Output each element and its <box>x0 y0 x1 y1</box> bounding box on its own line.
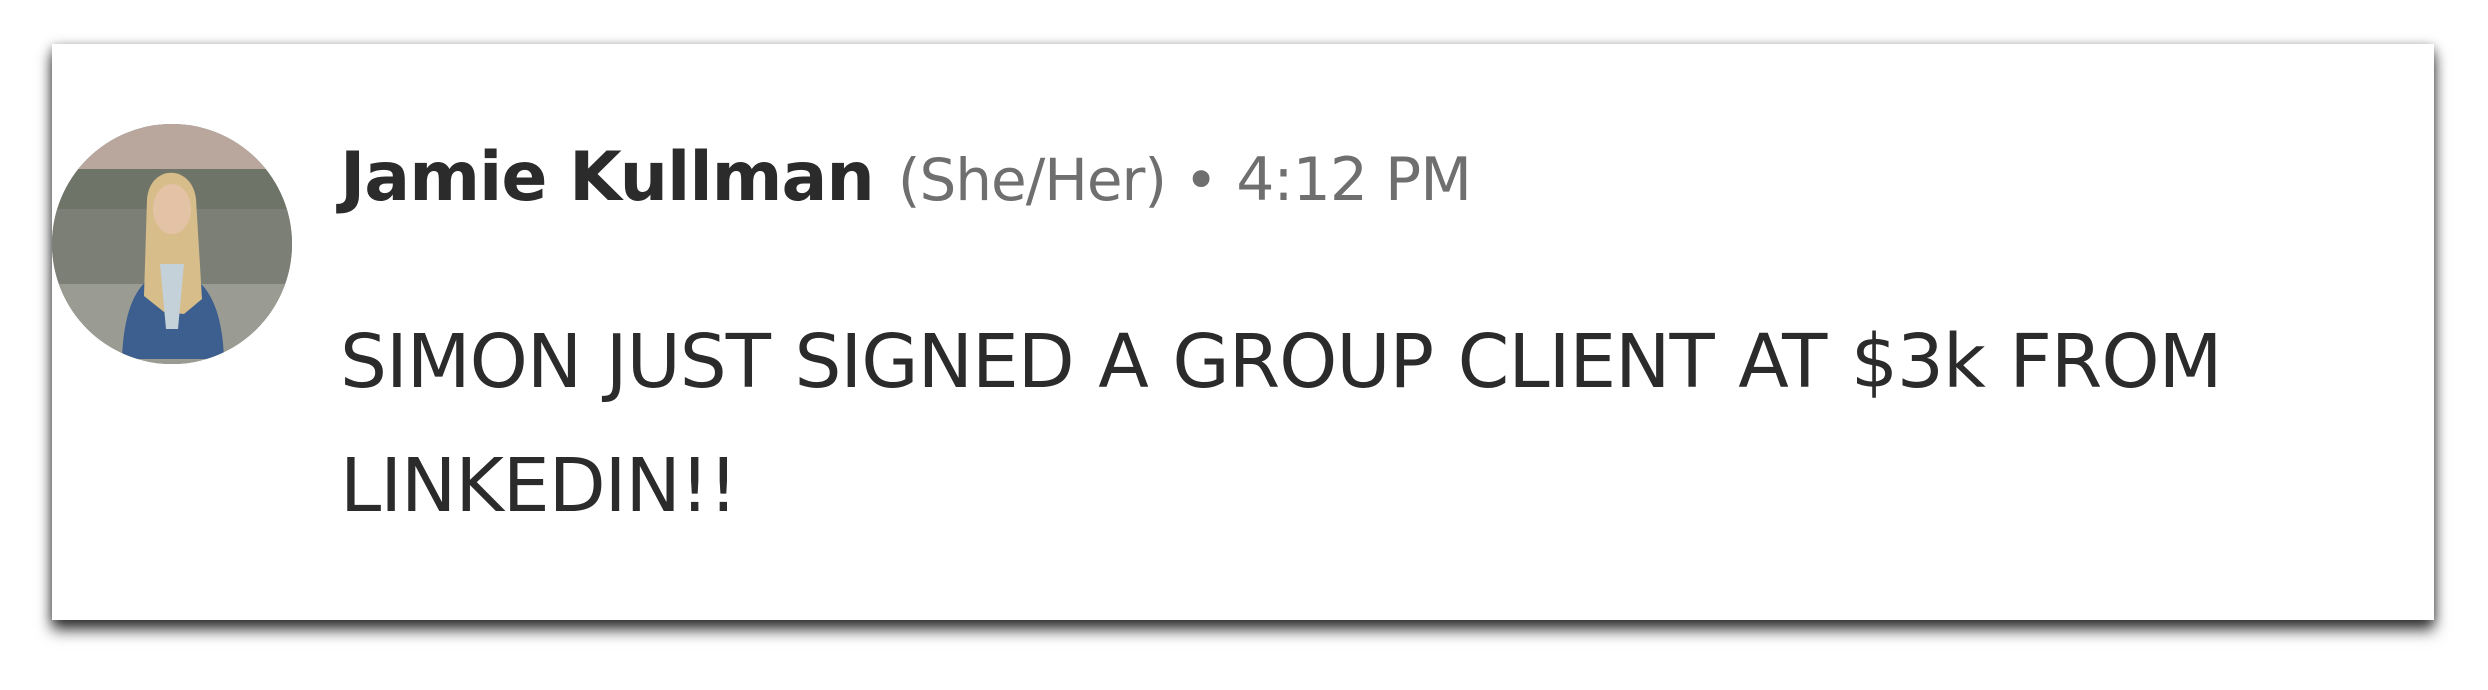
timestamp: 4:12 PM <box>1236 145 1472 215</box>
avatar[interactable] <box>52 124 292 364</box>
message-text: SIMON JUST SIGNED A GROUP CLIENT AT $3k … <box>340 319 2222 529</box>
separator-dot: • <box>1184 146 1219 214</box>
message-header: Jamie Kullman (She/Her) • 4:12 PM <box>340 138 1472 238</box>
profile-photo <box>52 124 292 364</box>
author-name[interactable]: Jamie Kullman <box>340 138 875 217</box>
author-pronouns: (She/Her) <box>897 146 1167 214</box>
